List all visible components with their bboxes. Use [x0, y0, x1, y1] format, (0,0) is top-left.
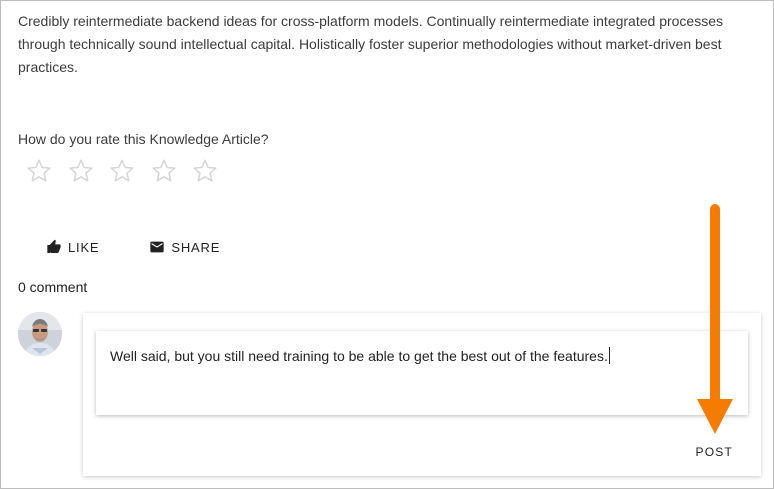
- star-icon[interactable]: [67, 157, 95, 185]
- star-icon[interactable]: [150, 157, 178, 185]
- star-rating: [25, 157, 233, 185]
- knowledge-article-panel: Credibly reintermediate backend ideas fo…: [0, 0, 774, 489]
- star-icon[interactable]: [108, 157, 136, 185]
- envelope-icon: [150, 241, 165, 253]
- share-label: SHARE: [171, 239, 221, 255]
- text-caret: [608, 347, 610, 364]
- star-icon[interactable]: [25, 157, 53, 185]
- article-actions: LIKE SHARE: [46, 239, 220, 255]
- share-button[interactable]: SHARE: [149, 239, 220, 255]
- comment-card: Well said, but you still need training t…: [83, 313, 761, 476]
- rating-question: How do you rate this Knowledge Article?: [18, 131, 269, 147]
- avatar: [18, 312, 62, 356]
- post-button[interactable]: POST: [696, 445, 733, 459]
- like-label: LIKE: [68, 239, 100, 255]
- article-body: Credibly reintermediate backend ideas fo…: [18, 13, 724, 75]
- comment-input[interactable]: Well said, but you still need training t…: [96, 331, 748, 415]
- thumbs-up-icon: [47, 239, 61, 253]
- star-icon[interactable]: [191, 157, 219, 185]
- like-button[interactable]: LIKE: [46, 239, 99, 255]
- comment-count: 0 comment: [18, 279, 88, 295]
- comment-input-value: Well said, but you still need training t…: [110, 348, 608, 364]
